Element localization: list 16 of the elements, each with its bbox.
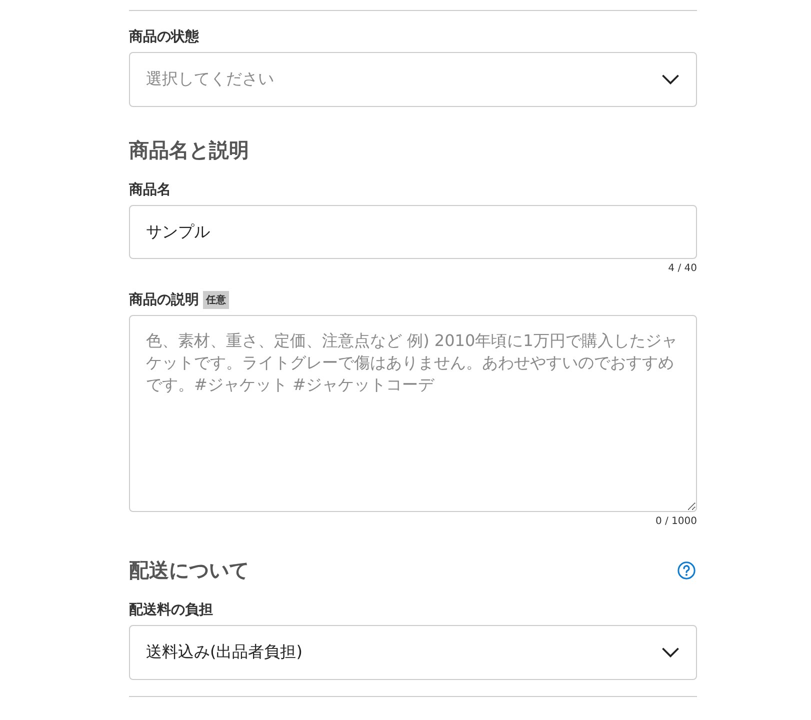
- input-field[interactable]: サンプル: [129, 205, 697, 259]
- section-heading: 商品名と説明: [129, 137, 249, 164]
- field-label: 商品の状態: [129, 28, 199, 46]
- select-field[interactable]: 送料込み(出品者負担): [129, 625, 697, 680]
- field-label: 商品名: [129, 181, 171, 199]
- optional-tag: 任意: [203, 291, 229, 309]
- textarea-field[interactable]: 色、素材、重さ、定価、注意点など 例) 2010年頃に1万円で購入したジャケットです。ライトグレーで傷はありません。あわせやすいのでおすすめです。#ジャケット #ジャケットコーデ: [129, 315, 697, 512]
- select-field[interactable]: 選択してください: [129, 52, 697, 107]
- help-icon[interactable]: [677, 561, 696, 580]
- chevron-down-icon: [661, 647, 680, 658]
- character-counter: 4 / 40: [668, 263, 697, 274]
- field-label: 商品の説明: [129, 291, 199, 309]
- section-heading: 配送について: [129, 557, 249, 584]
- field-label: 配送料の負担: [129, 601, 213, 619]
- character-counter: 0 / 1000: [655, 516, 697, 527]
- chevron-down-icon: [661, 74, 680, 85]
